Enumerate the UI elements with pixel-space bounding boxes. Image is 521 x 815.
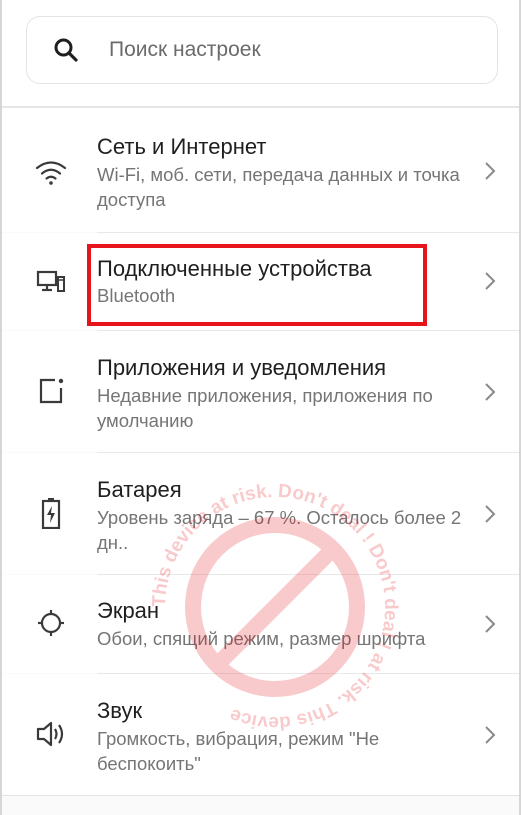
chevron-right-icon	[483, 381, 497, 403]
display-icon	[34, 606, 68, 640]
settings-item-subtitle: Недавние приложения, приложения по умолч…	[97, 385, 433, 431]
settings-screen: Сеть и Интернет Wi-Fi, моб. сети, переда…	[0, 0, 521, 815]
settings-item-connected-devices[interactable]: Подключенные устройства Bluetooth	[2, 233, 519, 330]
settings-item-title: Экран	[97, 598, 160, 623]
devices-icon	[34, 265, 68, 299]
search-box[interactable]	[26, 16, 498, 84]
chevron-right-icon	[483, 503, 497, 525]
settings-item-subtitle: Wi-Fi, моб. сети, передача данных и точк…	[97, 164, 460, 210]
chevron-right-icon	[483, 724, 497, 746]
settings-item-display[interactable]: Экран Обои, спящий режим, размер шрифта	[2, 575, 519, 673]
settings-item-subtitle: Громкость, вибрация, режим "Не беспокоит…	[97, 728, 380, 774]
settings-item-title: Батарея	[97, 477, 182, 502]
settings-item-network[interactable]: Сеть и Интернет Wi-Fi, моб. сети, переда…	[2, 108, 519, 232]
settings-item-title: Подключенные устройства	[97, 256, 372, 281]
search-input[interactable]	[109, 38, 449, 62]
settings-item-battery[interactable]: Батарея Уровень заряда – 67 %. Осталось …	[2, 453, 519, 574]
list-bottom-divider	[2, 795, 519, 796]
settings-item-apps[interactable]: Приложения и уведомления Недавние прилож…	[2, 331, 519, 452]
settings-item-title: Сеть и Интернет	[97, 134, 267, 159]
settings-item-title: Звук	[97, 698, 143, 723]
chevron-right-icon	[483, 270, 497, 292]
settings-item-subtitle: Уровень заряда – 67 %. Осталось более 2 …	[97, 507, 462, 553]
search-icon[interactable]	[53, 37, 79, 63]
settings-item-subtitle: Bluetooth	[97, 285, 176, 306]
chevron-right-icon	[483, 613, 497, 635]
search-bar-area	[2, 0, 519, 108]
sound-icon	[34, 717, 68, 751]
wifi-icon	[34, 156, 68, 190]
apps-icon	[34, 374, 68, 408]
settings-item-subtitle: Обои, спящий режим, размер шрифта	[97, 628, 426, 649]
settings-item-sound[interactable]: Звук Громкость, вибрация, режим "Не бесп…	[2, 674, 519, 795]
battery-icon	[34, 496, 68, 530]
settings-item-title: Приложения и уведомления	[97, 355, 387, 380]
chevron-right-icon	[483, 160, 497, 182]
